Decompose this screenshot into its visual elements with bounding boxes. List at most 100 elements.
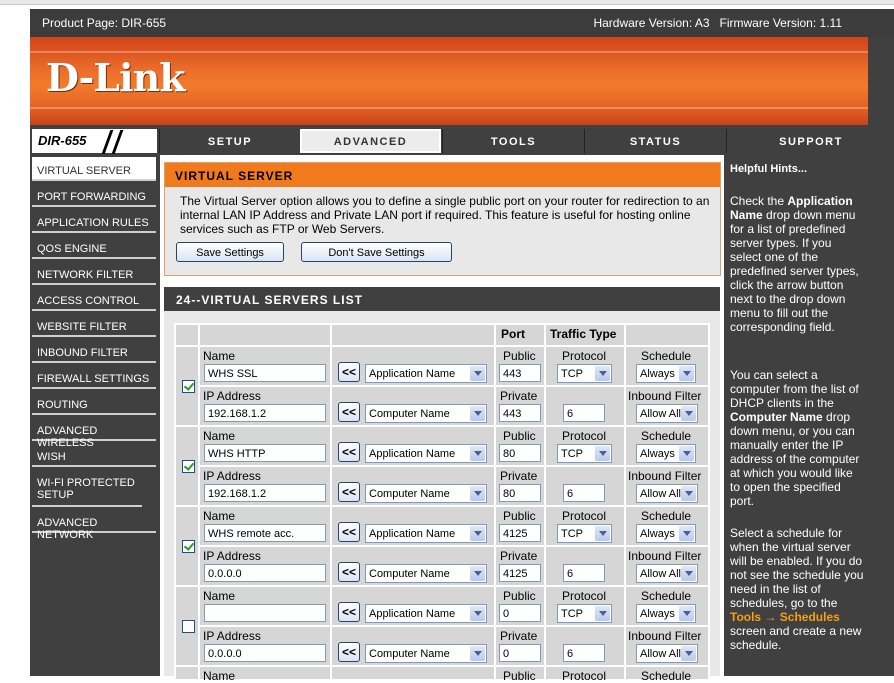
tab-setup[interactable]: SETUP (159, 129, 300, 153)
list-title: 24--VIRTUAL SERVERS LIST (164, 287, 720, 311)
application-name-select[interactable]: Application Name (365, 524, 487, 543)
save-settings-button[interactable]: Save Settings (176, 242, 284, 262)
sidebar-item-virtual-server[interactable]: VIRTUAL SERVER (32, 157, 156, 181)
sidebar-item-inbound-filter[interactable]: INBOUND FILTER (32, 339, 156, 363)
chevron-down-icon[interactable] (679, 526, 694, 541)
server-name-input[interactable]: WHS HTTP (204, 444, 326, 462)
chevron-down-icon[interactable] (679, 366, 694, 381)
schedule-select[interactable]: Always (636, 524, 696, 543)
server-name-input[interactable]: WHS SSL (204, 364, 326, 382)
chevron-down-icon[interactable] (470, 566, 485, 581)
sidebar-item-port-forwarding[interactable]: PORT FORWARDING (32, 183, 156, 207)
inbound-filter-select[interactable]: Allow All (636, 644, 698, 663)
name-label: Name (203, 349, 236, 363)
chevron-down-icon[interactable] (595, 606, 610, 621)
chevron-down-icon[interactable] (470, 406, 485, 421)
schedule-select[interactable]: Always (636, 604, 696, 623)
inbound-filter-select[interactable]: Allow All (636, 404, 698, 423)
private-port-input[interactable]: 0 (499, 644, 541, 662)
protocol-label: Protocol (562, 429, 607, 443)
chevron-down-icon[interactable] (470, 486, 485, 501)
computer-name-select[interactable]: Computer Name (365, 404, 487, 423)
computer-name-select[interactable]: Computer Name (365, 564, 487, 583)
chevron-down-icon[interactable] (681, 406, 696, 421)
chevron-down-icon[interactable] (470, 366, 485, 381)
fill-application-button[interactable]: << (338, 602, 360, 622)
server-name-input[interactable] (204, 604, 326, 622)
schedule-select[interactable]: Always (636, 444, 696, 463)
row-enable-checkbox[interactable] (182, 620, 195, 633)
chevron-down-icon[interactable] (679, 606, 694, 621)
application-name-select[interactable]: Application Name (365, 604, 487, 623)
chevron-down-icon[interactable] (595, 446, 610, 461)
sidebar-item-routing[interactable]: ROUTING (32, 391, 156, 415)
sidebar-item-wifi-protected-setup[interactable]: WI-FI PROTECTED SETUP (32, 469, 142, 507)
sidebar-item-qos-engine[interactable]: QOS ENGINE (32, 235, 156, 259)
private-port-input[interactable]: 443 (499, 404, 541, 422)
ip-address-input[interactable]: 0.0.0.0 (204, 644, 326, 662)
private-port-input[interactable]: 80 (499, 484, 541, 502)
server-name-input[interactable]: WHS remote acc. (204, 524, 326, 542)
schedule-select[interactable]: Always (636, 364, 696, 383)
row-enable-checkbox[interactable] (182, 460, 195, 473)
sidebar-item-advanced-network[interactable]: ADVANCED NETWORK (32, 509, 156, 541)
schedules-link[interactable]: Schedules (780, 610, 840, 624)
ip-address-input[interactable]: 0.0.0.0 (204, 564, 326, 582)
chevron-down-icon[interactable] (470, 646, 485, 661)
protocol-number-input[interactable]: 6 (563, 484, 605, 502)
fill-computer-button[interactable]: << (338, 562, 360, 582)
private-port-input[interactable]: 4125 (499, 564, 541, 582)
tab-advanced[interactable]: ADVANCED (300, 129, 441, 153)
chevron-down-icon[interactable] (679, 446, 694, 461)
fill-application-button[interactable]: << (338, 522, 360, 542)
fill-computer-button[interactable]: << (338, 482, 360, 502)
tab-support[interactable]: SUPPORT (726, 129, 894, 153)
application-name-select[interactable]: Application Name (365, 444, 487, 463)
sidebar-item-access-control[interactable]: ACCESS CONTROL (32, 287, 156, 311)
tools-link[interactable]: Tools → (730, 610, 776, 624)
row-enable-checkbox[interactable] (182, 380, 195, 393)
public-port-input[interactable]: 80 (499, 444, 541, 462)
public-port-input[interactable]: 0 (499, 604, 541, 622)
computer-name-select[interactable]: Computer Name (365, 484, 487, 503)
chevron-down-icon[interactable] (470, 446, 485, 461)
product-page-label: Product Page: DIR-655 (42, 16, 167, 30)
schedule-label: Schedule (641, 509, 692, 523)
public-port-input[interactable]: 4125 (499, 524, 541, 542)
protocol-number-input[interactable]: 6 (563, 404, 605, 422)
chevron-down-icon[interactable] (681, 566, 696, 581)
dont-save-settings-button[interactable]: Don't Save Settings (301, 242, 452, 262)
application-name-select[interactable]: Application Name (365, 364, 487, 383)
sidebar-item-network-filter[interactable]: NETWORK FILTER (32, 261, 156, 285)
protocol-number-input[interactable]: 6 (563, 564, 605, 582)
computer-name-select[interactable]: Computer Name (365, 644, 487, 663)
ip-address-input[interactable]: 192.168.1.2 (204, 404, 326, 422)
row-enable-checkbox[interactable] (182, 540, 195, 553)
public-port-input[interactable]: 443 (499, 364, 541, 382)
fill-computer-button[interactable]: << (338, 642, 360, 662)
fill-application-button[interactable]: << (338, 442, 360, 462)
fill-application-button[interactable]: << (338, 362, 360, 382)
tab-status[interactable]: STATUS (584, 129, 726, 153)
protocol-select[interactable]: TCP (557, 364, 612, 383)
sidebar-item-application-rules[interactable]: APPLICATION RULES (32, 209, 156, 233)
sidebar-item-advanced-wireless[interactable]: ADVANCED WIRELESS (32, 417, 156, 449)
protocol-select[interactable]: TCP (557, 604, 612, 623)
chevron-down-icon[interactable] (681, 486, 696, 501)
sidebar-item-website-filter[interactable]: WEBSITE FILTER (32, 313, 156, 337)
ip-address-input[interactable]: 192.168.1.2 (204, 484, 326, 502)
chevron-down-icon[interactable] (470, 606, 485, 621)
chevron-down-icon[interactable] (470, 526, 485, 541)
protocol-select[interactable]: TCP (557, 524, 612, 543)
tab-tools[interactable]: TOOLS (442, 129, 584, 153)
chevron-down-icon[interactable] (681, 646, 696, 661)
sidebar-item-wish[interactable]: WISH (32, 443, 156, 467)
protocol-select[interactable]: TCP (557, 444, 612, 463)
chevron-down-icon[interactable] (595, 366, 610, 381)
chevron-down-icon[interactable] (595, 526, 610, 541)
fill-computer-button[interactable]: << (338, 402, 360, 422)
inbound-filter-select[interactable]: Allow All (636, 564, 698, 583)
protocol-number-input[interactable]: 6 (563, 644, 605, 662)
inbound-filter-select[interactable]: Allow All (636, 484, 698, 503)
sidebar-item-firewall-settings[interactable]: FIREWALL SETTINGS (32, 365, 156, 389)
